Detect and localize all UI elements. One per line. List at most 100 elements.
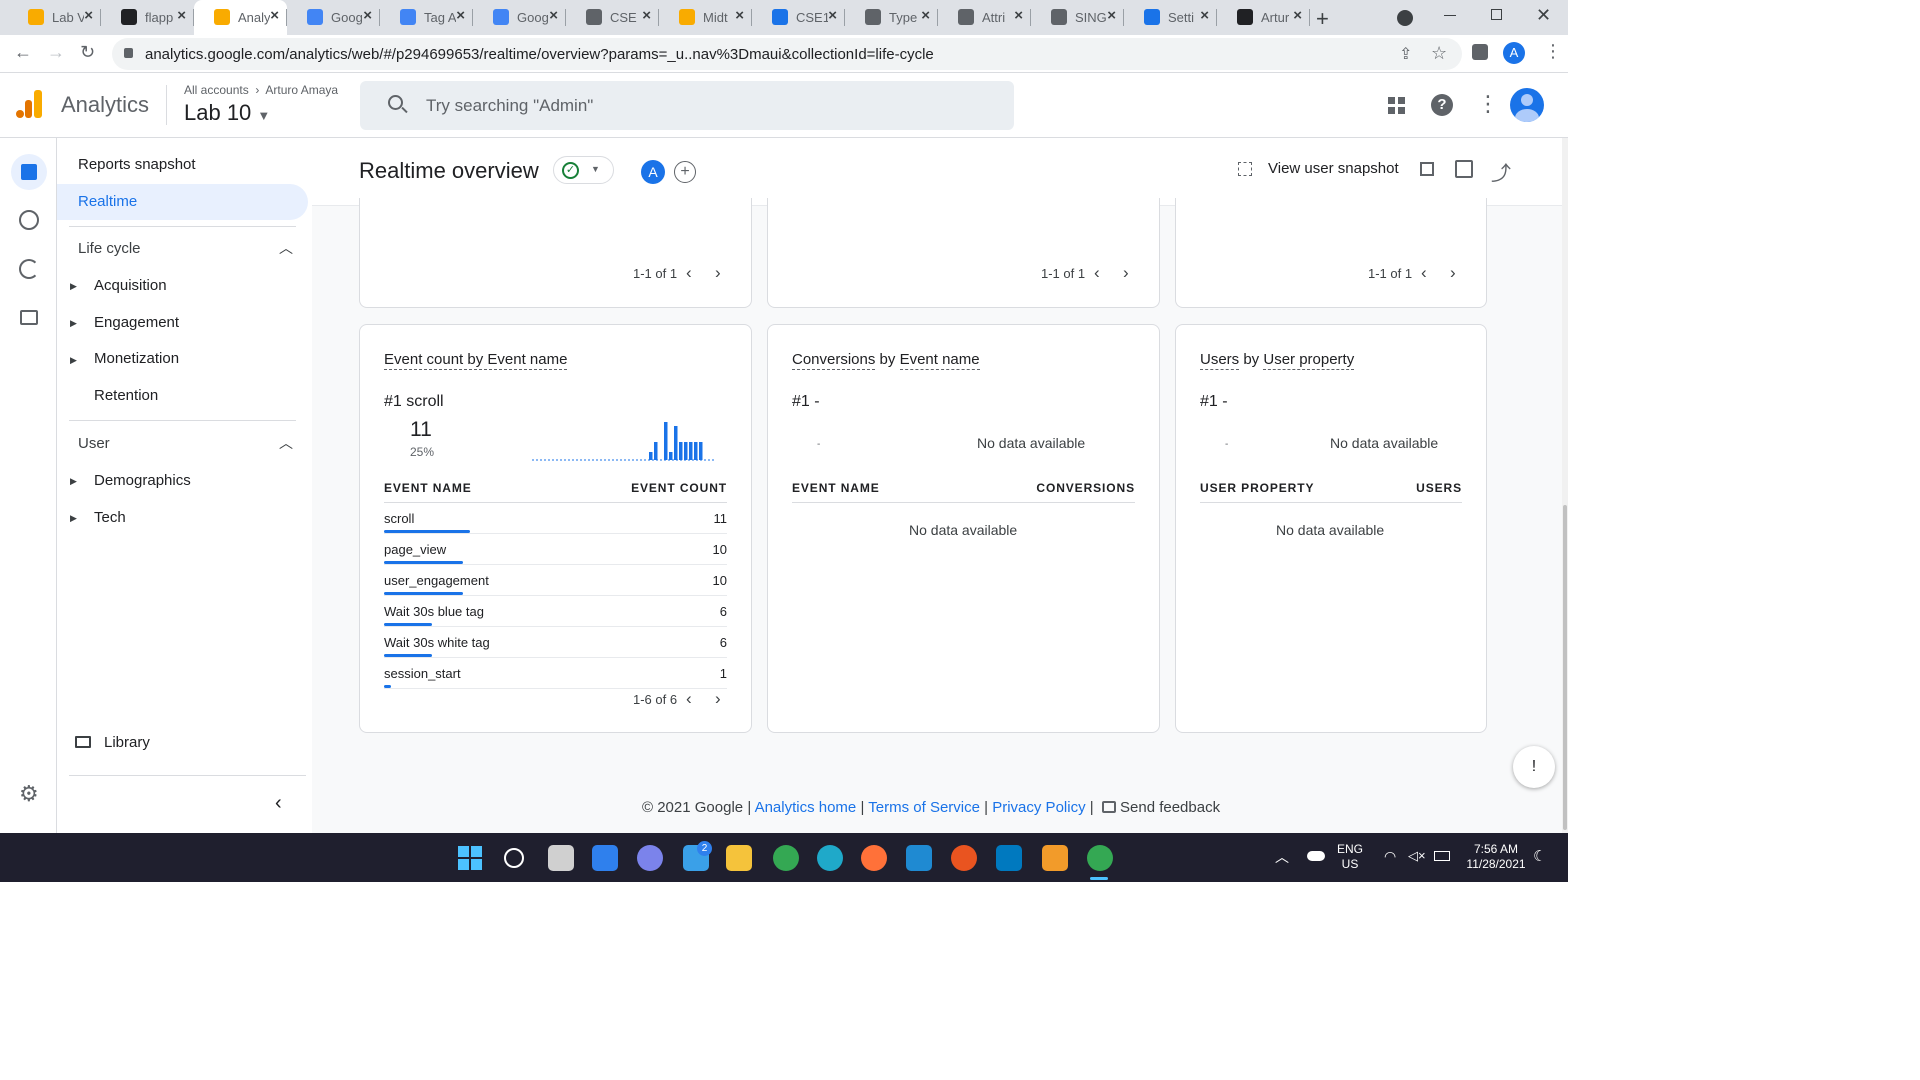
tab-close-icon[interactable]: × xyxy=(549,7,558,24)
comparison-chip-avatar[interactable]: A xyxy=(641,160,665,184)
tab-close-icon[interactable]: × xyxy=(84,7,93,24)
widgets-icon[interactable] xyxy=(592,845,618,871)
task-view-icon[interactable] xyxy=(548,845,574,871)
notifications-icon[interactable]: ☾ xyxy=(1533,847,1546,865)
nav-section-life-cycle[interactable]: Life cycle xyxy=(78,240,141,257)
address-bar[interactable]: analytics.google.com/analytics/web/#/p29… xyxy=(112,38,1462,70)
tab-close-icon[interactable]: × xyxy=(1107,7,1116,24)
bookmark-star-icon[interactable]: ☆ xyxy=(1431,43,1447,64)
table-row-name[interactable]: session_start xyxy=(384,666,461,681)
ubuntu-icon[interactable] xyxy=(951,845,977,871)
configure-list-icon[interactable] xyxy=(20,310,38,325)
next-page-icon[interactable]: › xyxy=(715,689,721,709)
nav-reports-snapshot[interactable]: Reports snapshot xyxy=(78,156,196,173)
analytics-home-link[interactable]: Analytics home xyxy=(755,799,857,816)
collapse-nav-chevron-icon[interactable]: ‹ xyxy=(275,792,282,815)
tab-close-icon[interactable]: × xyxy=(642,7,651,24)
nav-engagement[interactable]: Engagement xyxy=(94,314,179,331)
chrome-profile-icon[interactable] xyxy=(1087,845,1113,871)
browser-menu-icon[interactable]: ⋮ xyxy=(1544,41,1562,62)
tab-close-icon[interactable]: × xyxy=(735,7,744,24)
prev-page-icon[interactable]: ‹ xyxy=(686,689,692,709)
table-row-name[interactable]: page_view xyxy=(384,542,446,557)
tab-close-icon[interactable]: × xyxy=(270,7,279,24)
tab-close-icon[interactable]: × xyxy=(921,7,930,24)
analytics-logo-icon[interactable] xyxy=(16,90,42,120)
admin-gear-icon[interactable]: ⚙ xyxy=(19,781,39,807)
col-event-name[interactable]: EVENT NAME xyxy=(384,481,472,495)
prev-page-icon[interactable]: ‹ xyxy=(1094,263,1100,283)
browser-tab[interactable]: Attri × xyxy=(938,0,1031,35)
tab-close-icon[interactable]: × xyxy=(1200,7,1209,24)
expand-arrow-icon[interactable]: ▶ xyxy=(70,513,77,524)
forward-icon[interactable]: → xyxy=(47,42,65,63)
terms-link[interactable]: Terms of Service xyxy=(868,799,980,816)
table-row-name[interactable]: scroll xyxy=(384,511,414,526)
clock[interactable]: 7:56 AM 11/28/2021 xyxy=(1460,842,1532,872)
data-quality-chip[interactable]: ✓ ▼ xyxy=(553,156,614,184)
col-conversions[interactable]: CONVERSIONS xyxy=(1036,481,1135,495)
language-indicator[interactable]: ENG US xyxy=(1337,842,1363,872)
browser-tab[interactable]: Goog × xyxy=(473,0,566,35)
chevron-up-icon[interactable]: ︿ xyxy=(279,238,293,258)
tab-close-icon[interactable]: × xyxy=(363,7,372,24)
share-icon[interactable]: ⇪ xyxy=(1399,44,1412,64)
view-user-snapshot-link[interactable]: View user snapshot xyxy=(1268,160,1399,177)
search-bar[interactable]: Try searching "Admin" xyxy=(360,81,1014,130)
browser-tab[interactable]: SING × xyxy=(1031,0,1124,35)
wifi-icon[interactable]: ◠ xyxy=(1384,848,1396,865)
browser-tab[interactable]: Analy × xyxy=(194,0,287,35)
nav-tech[interactable]: Tech xyxy=(94,509,126,526)
card-title-metric[interactable]: Conversions xyxy=(792,351,876,370)
browser-tab[interactable]: Setti × xyxy=(1124,0,1217,35)
nav-demographics[interactable]: Demographics xyxy=(94,472,191,489)
chevron-up-icon[interactable]: ︿ xyxy=(279,433,293,453)
breadcrumb-account[interactable]: Arturo Amaya xyxy=(265,83,338,97)
browser-tab[interactable]: Midt × xyxy=(659,0,752,35)
scrollbar-thumb[interactable] xyxy=(1563,505,1567,830)
reports-rail-button[interactable] xyxy=(11,154,47,190)
tab-close-icon[interactable]: × xyxy=(456,7,465,24)
breadcrumb[interactable]: All accounts › Arturo Amaya xyxy=(184,83,338,97)
browser-tab[interactable]: Lab V × xyxy=(8,0,101,35)
more-options-icon[interactable]: ⋮ xyxy=(1477,91,1499,117)
file-explorer-icon[interactable] xyxy=(726,845,752,871)
apps-grid-icon[interactable] xyxy=(1388,97,1405,114)
card-title-metric[interactable]: Users xyxy=(1200,351,1240,370)
app-icon[interactable] xyxy=(1042,845,1068,871)
card-title-dimension[interactable]: Event name xyxy=(899,351,980,370)
card-title[interactable]: Conversions by Event name xyxy=(792,351,980,370)
col-users[interactable]: USERS xyxy=(1416,481,1462,495)
minimize-button[interactable] xyxy=(1444,15,1456,16)
folder-icon[interactable] xyxy=(75,736,91,748)
chat-icon[interactable] xyxy=(637,845,663,871)
card-title[interactable]: Event count by Event name xyxy=(384,351,568,370)
tab-close-icon[interactable]: × xyxy=(1293,7,1302,24)
nav-section-user[interactable]: User xyxy=(78,435,110,452)
table-row-name[interactable]: user_engagement xyxy=(384,573,489,588)
prev-page-icon[interactable]: ‹ xyxy=(686,263,692,283)
help-icon[interactable]: ? xyxy=(1431,94,1453,116)
tab-close-icon[interactable]: × xyxy=(1014,7,1023,24)
next-page-icon[interactable]: › xyxy=(1123,263,1129,283)
firefox-icon[interactable] xyxy=(861,845,887,871)
show-hidden-icons[interactable]: ︿ xyxy=(1275,847,1289,867)
explore-icon[interactable] xyxy=(19,210,39,230)
feedback-icon[interactable] xyxy=(1101,801,1116,813)
maximize-button[interactable] xyxy=(1491,9,1502,20)
chrome-icon[interactable] xyxy=(773,845,799,871)
expand-arrow-icon[interactable]: ▶ xyxy=(70,355,77,366)
back-icon[interactable]: ← xyxy=(14,42,32,63)
onedrive-icon[interactable] xyxy=(1307,851,1325,861)
property-selector[interactable]: Lab 10 ▼ xyxy=(184,100,270,126)
browser-tab[interactable]: flapp × xyxy=(101,0,194,35)
prev-page-icon[interactable]: ‹ xyxy=(1421,263,1427,283)
fullscreen-icon[interactable] xyxy=(1420,162,1434,176)
user-snapshot-icon[interactable] xyxy=(1238,162,1252,176)
card-title[interactable]: Users by User property xyxy=(1200,351,1355,370)
expand-arrow-icon[interactable]: ▶ xyxy=(70,318,77,329)
next-page-icon[interactable]: › xyxy=(715,263,721,283)
table-row-name[interactable]: Wait 30s white tag xyxy=(384,635,490,650)
browser-tab[interactable]: CSE × xyxy=(566,0,659,35)
nav-retention[interactable]: Retention xyxy=(94,387,158,404)
